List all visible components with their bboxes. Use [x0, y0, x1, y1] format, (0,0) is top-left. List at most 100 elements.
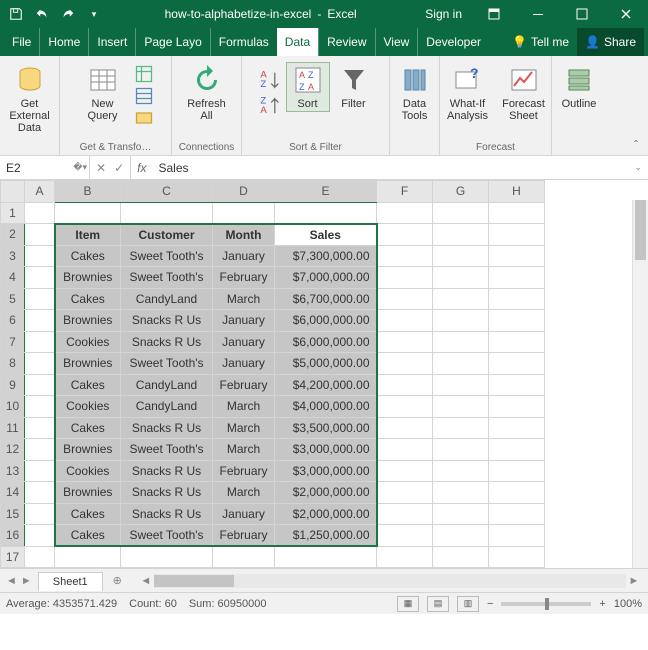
cell-F8[interactable]: [377, 353, 433, 375]
collapse-ribbon-icon[interactable]: ˆ: [628, 137, 644, 153]
cell-E14[interactable]: $2,000,000.00: [275, 482, 377, 504]
cell-H14[interactable]: [489, 482, 545, 504]
row-header-3[interactable]: 3: [1, 245, 25, 267]
cell-A1[interactable]: [25, 202, 55, 224]
ribbon-options-icon[interactable]: [472, 0, 516, 28]
cell-E9[interactable]: $4,200,000.00: [275, 374, 377, 396]
select-all-cell[interactable]: [1, 181, 25, 203]
cell-A10[interactable]: [25, 396, 55, 418]
cell-D8[interactable]: January: [213, 353, 275, 375]
add-sheet-icon[interactable]: ⊕: [103, 574, 132, 587]
cell-H12[interactable]: [489, 439, 545, 461]
cell-H5[interactable]: [489, 288, 545, 310]
cell-B13[interactable]: Cookies: [55, 460, 121, 482]
cell-B16[interactable]: Cakes: [55, 525, 121, 547]
cell-A3[interactable]: [25, 245, 55, 267]
cell-D17[interactable]: [213, 546, 275, 568]
cell-A17[interactable]: [25, 546, 55, 568]
cell-D3[interactable]: January: [213, 245, 275, 267]
sheet-nav-next-icon[interactable]: ►: [21, 575, 32, 587]
cell-D12[interactable]: March: [213, 439, 275, 461]
cell-C14[interactable]: Snacks R Us: [121, 482, 213, 504]
column-header-G[interactable]: G: [433, 181, 489, 203]
page-break-view-icon[interactable]: ▥: [457, 596, 479, 612]
cell-F16[interactable]: [377, 525, 433, 547]
cell-H2[interactable]: [489, 224, 545, 246]
cell-H9[interactable]: [489, 374, 545, 396]
cell-B10[interactable]: Cookies: [55, 396, 121, 418]
cell-F11[interactable]: [377, 417, 433, 439]
cell-B15[interactable]: Cakes: [55, 503, 121, 525]
cell-C11[interactable]: Snacks R Us: [121, 417, 213, 439]
cell-F14[interactable]: [377, 482, 433, 504]
tell-me[interactable]: 💡 Tell me: [504, 28, 577, 56]
cell-F15[interactable]: [377, 503, 433, 525]
cell-B9[interactable]: Cakes: [55, 374, 121, 396]
row-header-14[interactable]: 14: [1, 482, 25, 504]
name-box[interactable]: E2 �▾: [0, 156, 90, 179]
cell-F5[interactable]: [377, 288, 433, 310]
row-header-6[interactable]: 6: [1, 310, 25, 332]
from-table-icon[interactable]: [134, 86, 154, 106]
cell-B5[interactable]: Cakes: [55, 288, 121, 310]
cell-B8[interactable]: Brownies: [55, 353, 121, 375]
cell-H6[interactable]: [489, 310, 545, 332]
row-header-2[interactable]: 2: [1, 224, 25, 246]
cell-F10[interactable]: [377, 396, 433, 418]
cell-G4[interactable]: [433, 267, 489, 289]
cell-E8[interactable]: $5,000,000.00: [275, 353, 377, 375]
close-icon[interactable]: [604, 0, 648, 28]
cell-F7[interactable]: [377, 331, 433, 353]
cell-G11[interactable]: [433, 417, 489, 439]
cell-B17[interactable]: [55, 546, 121, 568]
row-header-16[interactable]: 16: [1, 525, 25, 547]
cell-G14[interactable]: [433, 482, 489, 504]
cell-B6[interactable]: Brownies: [55, 310, 121, 332]
cell-E16[interactable]: $1,250,000.00: [275, 525, 377, 547]
cell-C5[interactable]: CandyLand: [121, 288, 213, 310]
cell-C13[interactable]: Snacks R Us: [121, 460, 213, 482]
cell-F9[interactable]: [377, 374, 433, 396]
cell-D14[interactable]: March: [213, 482, 275, 504]
cell-H7[interactable]: [489, 331, 545, 353]
cell-G12[interactable]: [433, 439, 489, 461]
cell-D16[interactable]: February: [213, 525, 275, 547]
cell-C4[interactable]: Sweet Tooth's: [121, 267, 213, 289]
column-header-F[interactable]: F: [377, 181, 433, 203]
cell-D15[interactable]: January: [213, 503, 275, 525]
formula-input[interactable]: Sales ⌄: [152, 156, 648, 179]
cell-E10[interactable]: $4,000,000.00: [275, 396, 377, 418]
cell-A7[interactable]: [25, 331, 55, 353]
cell-A13[interactable]: [25, 460, 55, 482]
tab-view[interactable]: View: [375, 28, 418, 56]
qat-customize-icon[interactable]: ▾: [82, 2, 106, 26]
cell-G13[interactable]: [433, 460, 489, 482]
cell-F13[interactable]: [377, 460, 433, 482]
cell-F17[interactable]: [377, 546, 433, 568]
cell-G7[interactable]: [433, 331, 489, 353]
column-header-D[interactable]: D: [213, 181, 275, 203]
cell-H8[interactable]: [489, 353, 545, 375]
cell-B12[interactable]: Brownies: [55, 439, 121, 461]
cell-H1[interactable]: [489, 202, 545, 224]
cell-H10[interactable]: [489, 396, 545, 418]
cell-C7[interactable]: Snacks R Us: [121, 331, 213, 353]
tab-page-layout[interactable]: Page Layo: [135, 28, 209, 56]
normal-view-icon[interactable]: ▦: [397, 596, 419, 612]
cell-H15[interactable]: [489, 503, 545, 525]
cell-H13[interactable]: [489, 460, 545, 482]
cell-A2[interactable]: [25, 224, 55, 246]
cell-D11[interactable]: March: [213, 417, 275, 439]
cell-E6[interactable]: $6,000,000.00: [275, 310, 377, 332]
outline-button[interactable]: Outline: [554, 62, 604, 112]
cell-B11[interactable]: Cakes: [55, 417, 121, 439]
cell-H3[interactable]: [489, 245, 545, 267]
get-external-data-button[interactable]: Get External Data: [3, 62, 57, 136]
zoom-level[interactable]: 100%: [614, 598, 642, 610]
cell-A6[interactable]: [25, 310, 55, 332]
cell-B3[interactable]: Cakes: [55, 245, 121, 267]
row-header-15[interactable]: 15: [1, 503, 25, 525]
cell-G2[interactable]: [433, 224, 489, 246]
cell-F12[interactable]: [377, 439, 433, 461]
cell-D9[interactable]: February: [213, 374, 275, 396]
